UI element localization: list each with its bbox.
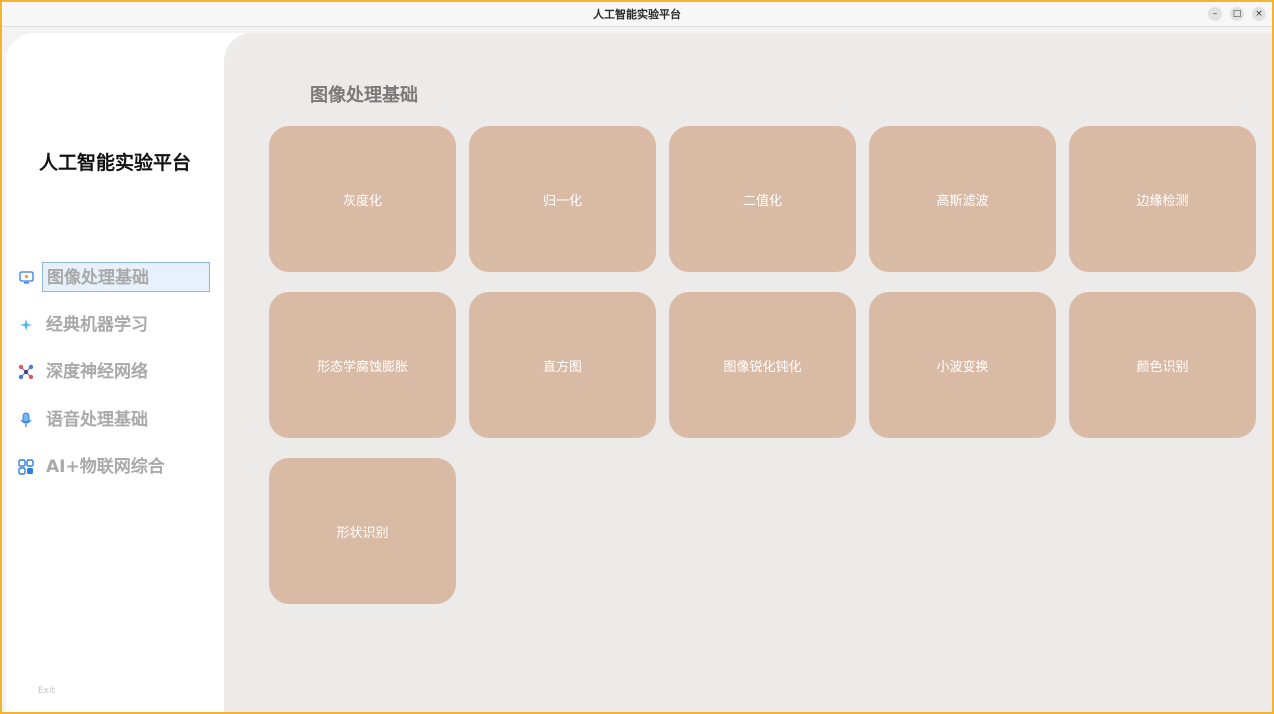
experiment-card-binarize[interactable]: 二值化 xyxy=(669,126,856,272)
experiment-grid: 灰度化 归一化 二值化 高斯滤波 边缘检测 形态学腐蚀膨胀 直方图 图像锐化钝化… xyxy=(269,126,1256,604)
experiment-card-gaussian-filter[interactable]: 高斯滤波 xyxy=(869,126,1056,272)
experiment-card-normalize[interactable]: 归一化 xyxy=(469,126,656,272)
section-title: 图像处理基础 xyxy=(310,85,418,106)
window-title: 人工智能实验平台 xyxy=(593,8,681,21)
sidebar-item-classic-ml[interactable]: 经典机器学习 xyxy=(18,310,238,340)
minimize-button[interactable]: – xyxy=(1208,7,1222,21)
monitor-icon xyxy=(18,269,34,285)
sidebar-item-label: AI+物联网综合 xyxy=(46,457,165,477)
experiment-card-edge-detection[interactable]: 边缘检测 xyxy=(1069,126,1256,272)
experiment-card-wavelet[interactable]: 小波变换 xyxy=(869,292,1056,438)
experiment-card-color-recognition[interactable]: 颜色识别 xyxy=(1069,292,1256,438)
window-controls: – □ × xyxy=(1208,7,1266,21)
sidebar-item-ai-iot[interactable]: AI+物联网综合 xyxy=(18,452,238,482)
app-window: 人工智能实验平台 – □ × 人工智能实验平台 图像处理基础 经典机器学习 深度… xyxy=(0,0,1274,714)
sidebar-item-label: 图像处理基础 xyxy=(42,262,210,292)
apps-grid-icon xyxy=(18,459,34,475)
sparkle-icon xyxy=(18,317,34,333)
app-title: 人工智能实验平台 xyxy=(39,152,192,174)
sidebar: 人工智能实验平台 图像处理基础 经典机器学习 深度神经网络 语音处理基础 AI+… xyxy=(6,33,246,712)
sidebar-item-label: 深度神经网络 xyxy=(46,362,148,382)
experiment-card-morphology[interactable]: 形态学腐蚀膨胀 xyxy=(269,292,456,438)
title-bar: 人工智能实验平台 – □ × xyxy=(2,2,1272,27)
experiment-card-shape-recognition[interactable]: 形状识别 xyxy=(269,458,456,604)
exit-link[interactable]: Exit xyxy=(38,686,55,696)
sidebar-item-image-processing[interactable]: 图像处理基础 xyxy=(18,262,238,292)
sidebar-item-deep-nn[interactable]: 深度神经网络 xyxy=(18,357,238,387)
sidebar-item-label: 语音处理基础 xyxy=(46,409,148,430)
sidebar-item-label: 经典机器学习 xyxy=(46,314,148,335)
network-icon xyxy=(18,364,34,380)
experiment-card-histogram[interactable]: 直方图 xyxy=(469,292,656,438)
experiment-card-grayscale[interactable]: 灰度化 xyxy=(269,126,456,272)
main-panel: 图像处理基础 灰度化 归一化 二值化 高斯滤波 边缘检测 形态学腐蚀膨胀 直方图… xyxy=(224,33,1272,712)
maximize-button[interactable]: □ xyxy=(1230,7,1244,21)
sidebar-nav: 图像处理基础 经典机器学习 深度神经网络 语音处理基础 AI+物联网综合 xyxy=(18,262,238,500)
experiment-card-sharpen-blur[interactable]: 图像锐化钝化 xyxy=(669,292,856,438)
sidebar-item-speech[interactable]: 语音处理基础 xyxy=(18,405,238,435)
close-button[interactable]: × xyxy=(1252,7,1266,21)
microphone-icon xyxy=(18,412,34,428)
